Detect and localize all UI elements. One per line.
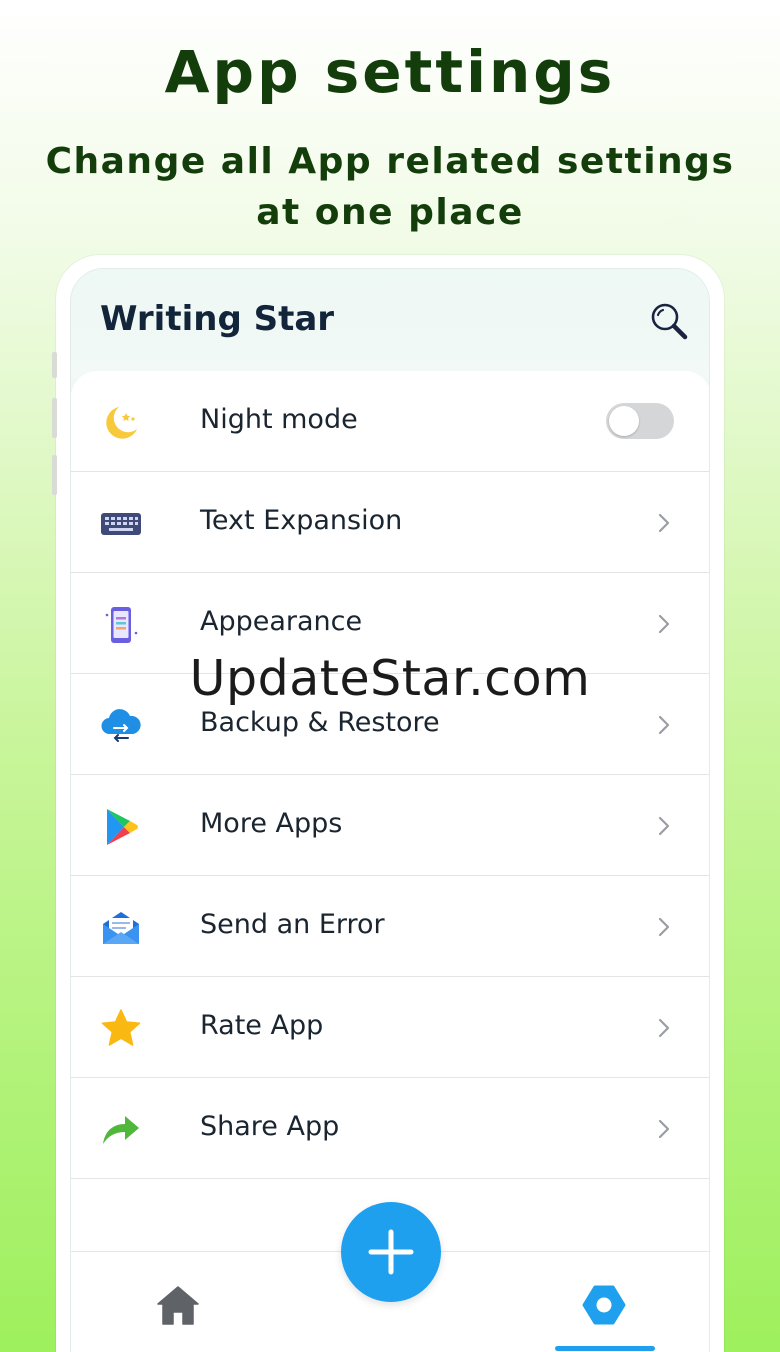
keyboard-icon xyxy=(99,502,143,546)
settings-item-send-error[interactable]: Send an Error xyxy=(71,876,709,977)
settings-item-label: Share App xyxy=(200,1111,340,1142)
chevron-right-icon xyxy=(653,611,675,637)
app-screen: Writing Star Night mode Text Expansion A… xyxy=(70,268,710,1352)
settings-item-label: More Apps xyxy=(200,808,343,839)
phone-side-button xyxy=(52,398,57,438)
app-title: Writing Star xyxy=(100,299,335,339)
play-store-icon xyxy=(99,805,143,849)
mail-icon xyxy=(99,906,143,950)
app-header: Writing Star xyxy=(71,269,709,379)
home-icon[interactable] xyxy=(155,1282,201,1328)
phone-side-button xyxy=(52,352,57,378)
settings-item-label: Send an Error xyxy=(200,909,385,940)
settings-item-label: Text Expansion xyxy=(200,505,403,536)
settings-item-night-mode: Night mode xyxy=(71,371,709,472)
promo-subtitle: Change all App related settings at one p… xyxy=(45,141,735,233)
chevron-right-icon xyxy=(653,1015,675,1041)
active-tab-indicator xyxy=(555,1346,655,1351)
settings-item-text-expansion[interactable]: Text Expansion xyxy=(71,472,709,573)
chevron-right-icon xyxy=(653,914,675,940)
add-button[interactable] xyxy=(341,1202,441,1302)
settings-item-rate-app[interactable]: Rate App xyxy=(71,977,709,1078)
settings-item-label: Appearance xyxy=(200,606,363,637)
watermark: UpdateStar.com xyxy=(189,650,591,707)
cloud-sync-icon xyxy=(99,704,143,748)
settings-item-share-app[interactable]: Share App xyxy=(71,1078,709,1179)
chevron-right-icon xyxy=(653,813,675,839)
share-arrow-icon xyxy=(99,1108,143,1152)
star-icon xyxy=(99,1007,143,1051)
chevron-right-icon xyxy=(653,510,675,536)
chevron-right-icon xyxy=(653,712,675,738)
chevron-right-icon xyxy=(653,1116,675,1142)
settings-item-label: Rate App xyxy=(200,1010,324,1041)
phone-side-button xyxy=(52,455,57,495)
toggle-knob xyxy=(609,406,639,436)
settings-icon[interactable] xyxy=(581,1282,627,1328)
search-icon[interactable] xyxy=(649,301,689,341)
settings-item-more-apps[interactable]: More Apps xyxy=(71,775,709,876)
night-mode-toggle[interactable] xyxy=(606,403,674,439)
settings-item-label: Backup & Restore xyxy=(200,707,440,738)
promo-title: App settings xyxy=(164,38,616,106)
moon-icon xyxy=(99,401,143,445)
plus-icon xyxy=(368,1229,414,1275)
settings-item-label: Night mode xyxy=(200,404,358,435)
phone-theme-icon xyxy=(99,603,143,647)
